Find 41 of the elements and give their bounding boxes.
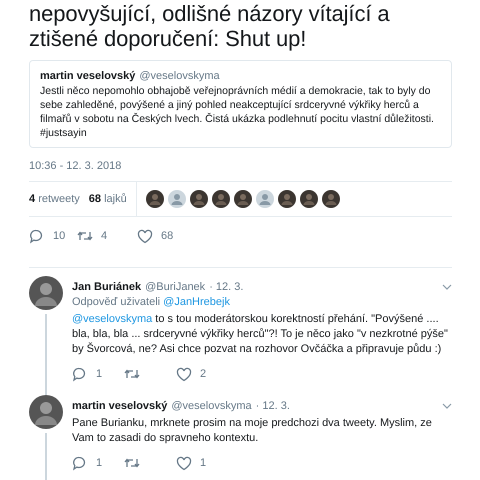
stat-link[interactable]: 68 lajků [88, 193, 127, 205]
tweet-date: · 12. 3. [209, 281, 244, 293]
avatar-icon[interactable] [146, 190, 164, 208]
reply-text: Pane Burianku, mrknete prosim na moje predchozi dva tweety. Myslim, ze Vam to zasadi do spravneho kontextu. [72, 416, 433, 446]
action-count: 1 [96, 368, 102, 380]
action-count: 2 [200, 368, 206, 380]
avatar-icon[interactable] [190, 190, 208, 208]
action-count: 4 [101, 230, 108, 242]
reply-context: Odpověď uživateli @JanHrebejk [72, 296, 231, 308]
reply-text: @veselovskyma to s tou moderátorskou korektností přehání. "Povýšené .... bla, bla, bla ... srdceryvné výkřiky herců"?! To je něco jako "v nezkrotné pýše" by Švorcová, ne? Asi chce pozvat na rozhovor Ovčáčka a připravuje půdu :) [72, 312, 449, 357]
quoted-text: Jestli něco nepomohlo obhajobě veřejnoprávních médií a demokracie, tak to byly do sebe zahleděné, povýšené a jiný pohled neakceptující srdceryvné výkřiky herců a filmařů v sobotu na Českých lvech. Čistá ukázka podlehnutí pocitu vlastní důležitosti. #justsayin [40, 84, 435, 140]
stat-link[interactable]: 4 retweety [29, 193, 80, 205]
heart-icon[interactable] [137, 228, 153, 244]
action-count: 1 [96, 457, 102, 469]
author-handle: @veselovskyma [171, 400, 252, 412]
avatar-icon[interactable] [212, 190, 230, 208]
tweet-text: nepovyšující, odlišné názory vítající a ztišené doporučení: Shut up! [29, 1, 391, 51]
avatar-icon[interactable] [300, 190, 318, 208]
heart-icon[interactable] [176, 366, 192, 382]
chevron-icon[interactable] [442, 284, 452, 290]
author-handle: @BuriJanek [145, 281, 206, 293]
reply-icon[interactable] [72, 456, 88, 470]
author-handle: @veselovskyma [139, 70, 220, 82]
action-count: 68 [161, 230, 174, 242]
author-name[interactable]: Jan Buriánek [72, 281, 142, 293]
avatar-icon[interactable] [29, 395, 63, 429]
action-count: 1 [200, 457, 206, 469]
action-count: 10 [53, 230, 66, 242]
author-name[interactable]: martin veselovský [72, 400, 168, 412]
avatar-icon[interactable] [29, 276, 63, 310]
chevron-icon[interactable] [442, 403, 452, 409]
reply-icon[interactable] [72, 366, 88, 382]
timestamp[interactable]: 10:36 - 12. 3. 2018 [29, 160, 452, 182]
tweet-date: · 12. 3. [256, 400, 290, 412]
avatar-icon[interactable] [278, 190, 296, 208]
avatar-icon[interactable] [234, 190, 252, 208]
heart-icon[interactable] [176, 456, 192, 470]
reply-icon[interactable] [29, 228, 45, 244]
quoted-tweet[interactable] [29, 60, 452, 148]
author-name: martin veselovský [40, 70, 136, 82]
avatar-icon[interactable] [322, 190, 340, 208]
